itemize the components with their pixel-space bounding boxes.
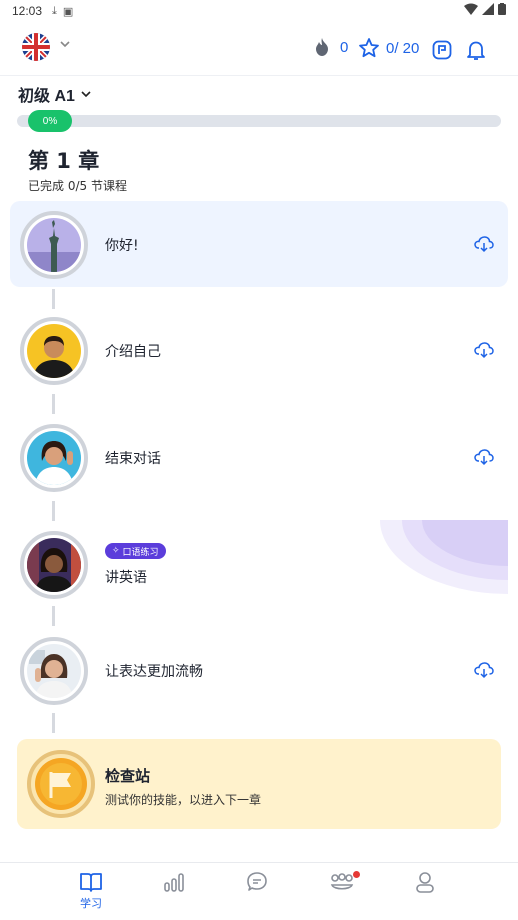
status-time: 12:03 [12,4,43,18]
chapter-progress-text: 已完成 0/5 节课程 [28,179,127,193]
lesson-item-speak-english[interactable]: ✧ 口语练习 讲英语 [10,521,508,607]
stars-count: 0/ 20 [386,39,420,57]
lesson-avatar [20,637,88,705]
checkpoint-card[interactable]: 检查站 测试你的技能，以进入下一章 [17,739,501,829]
nav-stats[interactable] [144,871,204,893]
level-label: 初级 A1 [18,88,75,105]
battery-icon [498,3,506,15]
level-selector[interactable]: 初级 A1 [18,82,93,106]
bottom-navigation: 学习 [0,862,518,920]
chevron-down-icon[interactable] [58,37,72,51]
stars-counter[interactable]: 0/ 20 [358,37,419,59]
nav-chat[interactable] [228,871,288,893]
lesson-label: 讲英语 [105,570,147,586]
checkpoint-badge [27,750,95,818]
streak-counter[interactable]: 0 [312,37,348,57]
book-icon [80,873,102,892]
woman-portrait-image [27,538,81,592]
cloud-download-icon[interactable] [474,448,494,466]
path-connector [52,606,55,626]
lesson-item-hello[interactable]: 你好! [10,201,508,287]
wifi-icon [464,3,478,15]
lesson-label: 介绍自己 [105,344,161,360]
level-progress-text: 0% [28,110,72,132]
lesson-label: 让表达更加流畅 [105,664,203,680]
nav-community[interactable] [312,871,372,893]
checkpoint-subtitle: 测试你的技能，以进入下一章 [105,793,262,807]
lesson-label: 你好! [105,238,139,254]
chevron-down-icon [81,91,91,98]
lesson-item-introduce-yourself[interactable]: 介绍自己 [10,307,508,393]
badge-label: 口语练习 [122,547,159,558]
woman-waving-image [27,431,81,485]
cloud-download-icon[interactable] [474,235,494,253]
path-connector [52,501,55,521]
bar-chart-icon [164,873,184,892]
lesson-label: 结束对话 [105,451,161,467]
messages-icon[interactable] [432,40,452,60]
lesson-item-end-conversation[interactable]: 结束对话 [10,414,508,500]
bell-icon[interactable] [466,39,486,61]
sparkle-icon: ✧ [112,546,120,556]
path-connector [52,394,55,414]
app-status-icon: ▣ [62,4,74,18]
level-progress-bar [17,115,501,127]
community-icon [330,873,354,890]
chapter-title: 第 1 章 [28,149,100,173]
nav-learn[interactable]: 学习 [61,871,121,911]
path-connector [52,289,55,309]
lesson-avatar [20,424,88,492]
signal-icon [482,3,494,15]
speaking-practice-badge: ✧ 口语练习 [105,543,166,559]
top-bar: 0 0/ 20 [0,22,518,76]
lesson-avatar [20,211,88,279]
cloud-download-icon[interactable] [474,661,494,679]
nav-profile[interactable] [395,871,455,893]
profile-icon [416,872,434,893]
lesson-avatar [20,531,88,599]
flame-icon [316,38,328,56]
lesson-avatar [20,317,88,385]
lesson-item-fluency[interactable]: 让表达更加流畅 [10,627,508,713]
flag-icon [35,758,87,810]
chat-bubbles-icon [247,872,267,891]
man-portrait-image [27,324,81,378]
path-connector [52,713,55,733]
nav-learn-label: 学习 [80,897,102,910]
uk-flag-icon[interactable] [22,33,50,61]
streak-count: 0 [340,38,349,56]
download-status-icon: ⤓ [52,4,57,17]
checkpoint-title: 检查站 [105,767,151,785]
status-bar: 12:03 ⤓ ▣ [0,0,518,22]
statue-of-liberty-image [27,218,81,272]
woman-smiling-image [27,644,81,698]
notification-dot [353,871,360,878]
star-icon [359,38,379,58]
cloud-download-icon[interactable] [474,341,494,359]
